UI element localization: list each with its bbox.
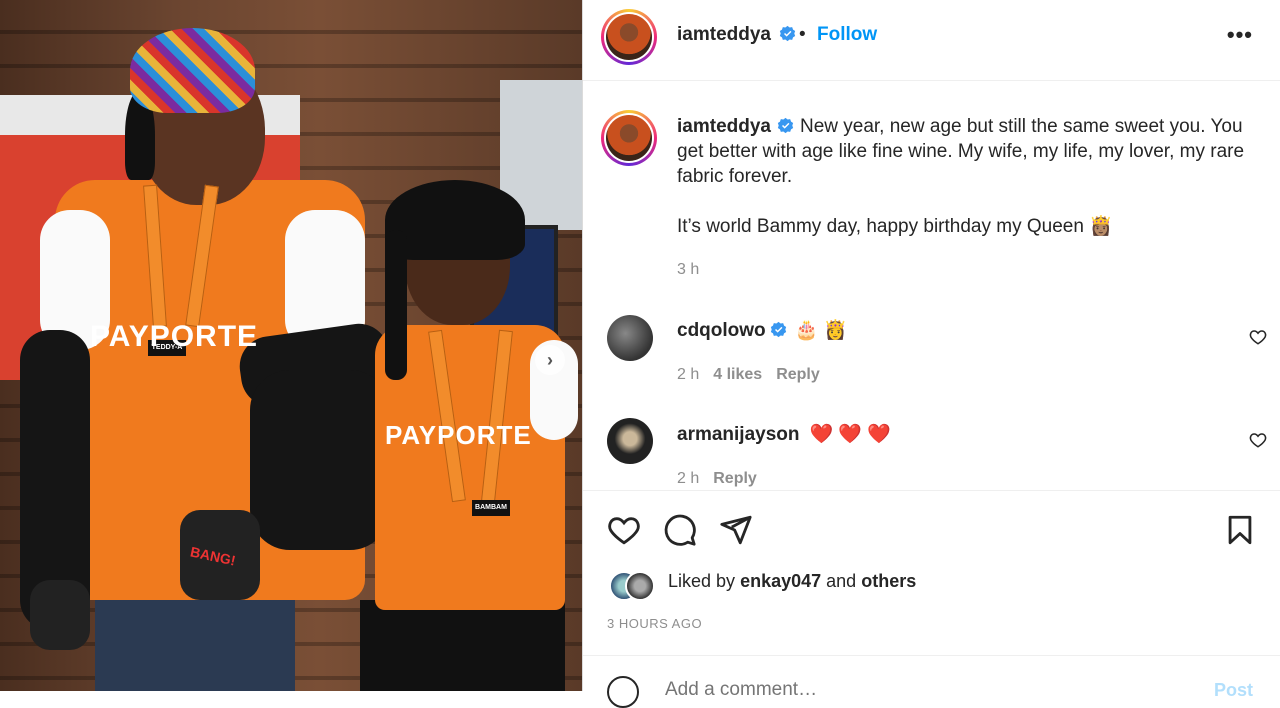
comments-section: iamteddya New year, new age but still th… [583,80,1280,490]
add-comment-bar: Post [583,655,1280,708]
comment-avatar[interactable] [607,418,653,464]
caption-username[interactable]: iamteddya [677,116,771,137]
caption-time[interactable]: 3 h [677,257,1267,282]
bookmark-icon[interactable] [1223,513,1257,547]
comment-username[interactable]: cdqolowo [677,320,766,341]
comment-likes[interactable]: 4 likes [713,366,762,383]
verified-badge-icon [780,25,796,42]
header-separator: • [799,24,806,45]
likers-avatars[interactable] [609,571,659,601]
caption-avatar[interactable] [601,110,657,166]
left-glove [30,580,90,650]
liked-by-and: and [826,571,857,591]
liker-avatar [625,571,655,601]
man-shirt-logo: PAYPORTE [90,320,259,353]
comment-text: 🎂 👸 [794,320,848,341]
comment-username[interactable]: armanijayson [677,424,800,445]
liked-by-others[interactable]: others [861,571,916,591]
post-details-panel: iamteddya • Follow ••• iamteddya New yea… [582,0,1280,708]
liked-by: Liked by enkay047 and others [668,571,916,592]
right-forearm [250,370,390,550]
liked-by-user[interactable]: enkay047 [740,571,821,591]
verified-badge-icon [770,321,786,338]
comment-icon[interactable] [663,513,697,547]
bandana [130,28,255,113]
caption-text-2: It’s world Bammy day, happy birthday my … [677,216,1113,237]
comment-like-icon[interactable] [1249,328,1267,346]
emoji-icon[interactable] [607,676,639,708]
reply-button[interactable]: Reply [713,470,757,487]
author-username[interactable]: iamteddya [677,24,771,45]
liked-by-prefix: Liked by [668,571,736,591]
send-icon[interactable] [719,513,753,547]
glove-text: BANG! [188,543,238,569]
comment-row: armanijayson ❤️ ❤️ ❤️ [677,422,891,446]
comment-like-icon[interactable] [1249,431,1267,449]
comment-meta: 2 h 4 likes Reply [677,366,820,384]
comment-input[interactable] [663,678,1147,702]
glove: BANG! [180,510,260,600]
comment-text: ❤️ ❤️ ❤️ [809,424,892,445]
comment-time[interactable]: 2 h [677,366,699,383]
woman-shirt-logo: PAYPORTE [385,420,532,450]
post-header: iamteddya • Follow ••• [583,0,1280,81]
post-timestamp[interactable]: 3 HOURS AGO [607,616,702,631]
next-arrow-icon[interactable]: › [535,345,565,375]
follow-button[interactable]: Follow [817,24,877,46]
more-options-icon[interactable]: ••• [1227,22,1253,48]
woman-braids-side [385,230,407,380]
post-photo[interactable]: BANG! TEDDY-A PAYPORTE BAMBAM PAYPORTE › [0,0,582,691]
reply-button[interactable]: Reply [776,366,820,383]
caption: iamteddya New year, new age but still th… [677,114,1267,282]
comment-avatar[interactable] [607,315,653,361]
skirt [360,600,565,691]
verified-badge-icon [777,117,794,134]
heart-icon[interactable] [607,513,641,547]
action-bar: Liked by enkay047 and others 3 HOURS AGO [583,490,1280,656]
author-avatar[interactable] [601,9,657,65]
comment-meta: 2 h Reply [677,470,757,488]
author-block: iamteddya [677,24,796,46]
comment-row: cdqolowo 🎂 👸 [677,318,847,342]
comment-time[interactable]: 2 h [677,470,699,487]
woman-badge: BAMBAM [472,500,510,516]
